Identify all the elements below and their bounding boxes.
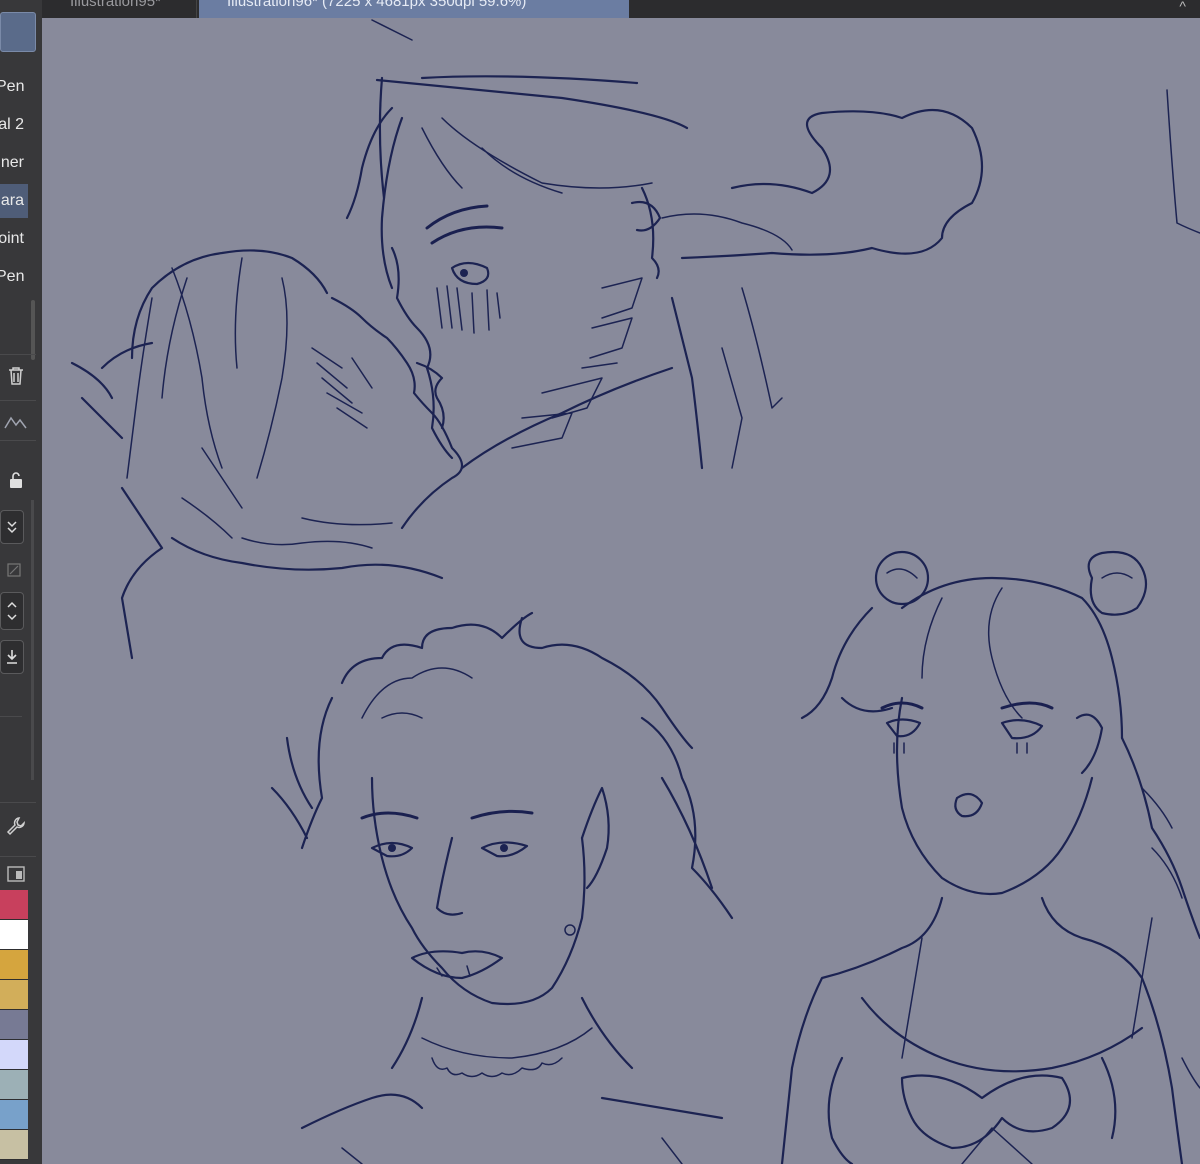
color-palette [0, 890, 28, 1160]
divider [0, 856, 36, 857]
sketch-artwork [70, 19, 1200, 1164]
color-swatch[interactable] [0, 920, 28, 950]
tab-label: Illustration96* (7225 x 4681px 350dpi 59… [227, 0, 527, 10]
divider [0, 440, 36, 441]
mountain-icon[interactable] [2, 408, 30, 436]
chevrons-down-icon[interactable] [0, 510, 24, 544]
panel-scrollbar[interactable] [31, 500, 34, 780]
brush-label: Pen [0, 78, 25, 95]
brush-label: ara [0, 192, 24, 209]
divider [0, 716, 22, 717]
brush-list-scrollbar[interactable] [31, 300, 35, 360]
color-swatch[interactable] [0, 1070, 28, 1100]
color-swatch[interactable] [0, 1100, 28, 1130]
wrench-icon[interactable] [2, 812, 30, 840]
sketch-stroke [371, 19, 413, 41]
color-swatch[interactable] [0, 950, 28, 980]
tab-illustration96-active[interactable]: Illustration96* (7225 x 4681px 350dpi 59… [199, 0, 629, 18]
chevron-up-icon[interactable]: ^ [1179, 0, 1186, 13]
lock-icon[interactable] [2, 466, 30, 494]
sketch-fanged-man [270, 611, 734, 1164]
brush-item-4-active[interactable]: ara [0, 184, 28, 218]
color-swatch[interactable] [0, 890, 28, 920]
color-swatch[interactable] [0, 1130, 28, 1160]
tool-sidebar: Pen al 2 ner ara oint Pen [0, 0, 42, 1164]
layers-icon[interactable] [2, 860, 30, 888]
brush-item-2[interactable]: al 2 [0, 108, 28, 142]
sketch-kissing-couple [70, 75, 984, 660]
brush-item-6[interactable]: Pen [0, 260, 28, 294]
divider [0, 354, 36, 355]
slash-square-icon[interactable] [0, 556, 28, 584]
tab-illustration95[interactable]: Illustration95* [42, 0, 197, 18]
tab-label: Illustration95* [70, 0, 161, 10]
color-swatch[interactable] [0, 1010, 28, 1040]
brush-item-5[interactable]: oint [0, 222, 28, 256]
document-tab-bar: Illustration95* Illustration96* (7225 x … [42, 0, 1200, 18]
brush-label: Pen [0, 268, 25, 285]
brush-label: oint [0, 230, 24, 247]
download-icon[interactable] [0, 640, 24, 674]
brush-item-3[interactable]: ner [0, 146, 28, 180]
stepper-icon[interactable] [0, 592, 24, 630]
selected-tool-button[interactable] [0, 12, 36, 52]
brush-label: ner [0, 154, 24, 171]
brush-item-pen[interactable]: Pen [0, 70, 28, 104]
color-swatch[interactable] [0, 1040, 28, 1070]
sketch-stroke [1166, 89, 1200, 234]
trash-icon[interactable] [2, 362, 30, 390]
divider [0, 400, 36, 401]
color-swatch[interactable] [0, 980, 28, 1010]
divider [0, 802, 36, 803]
brush-label: al 2 [0, 116, 24, 133]
sketch-woman-with-buns [780, 550, 1200, 1164]
drawing-canvas[interactable] [42, 18, 1200, 1164]
